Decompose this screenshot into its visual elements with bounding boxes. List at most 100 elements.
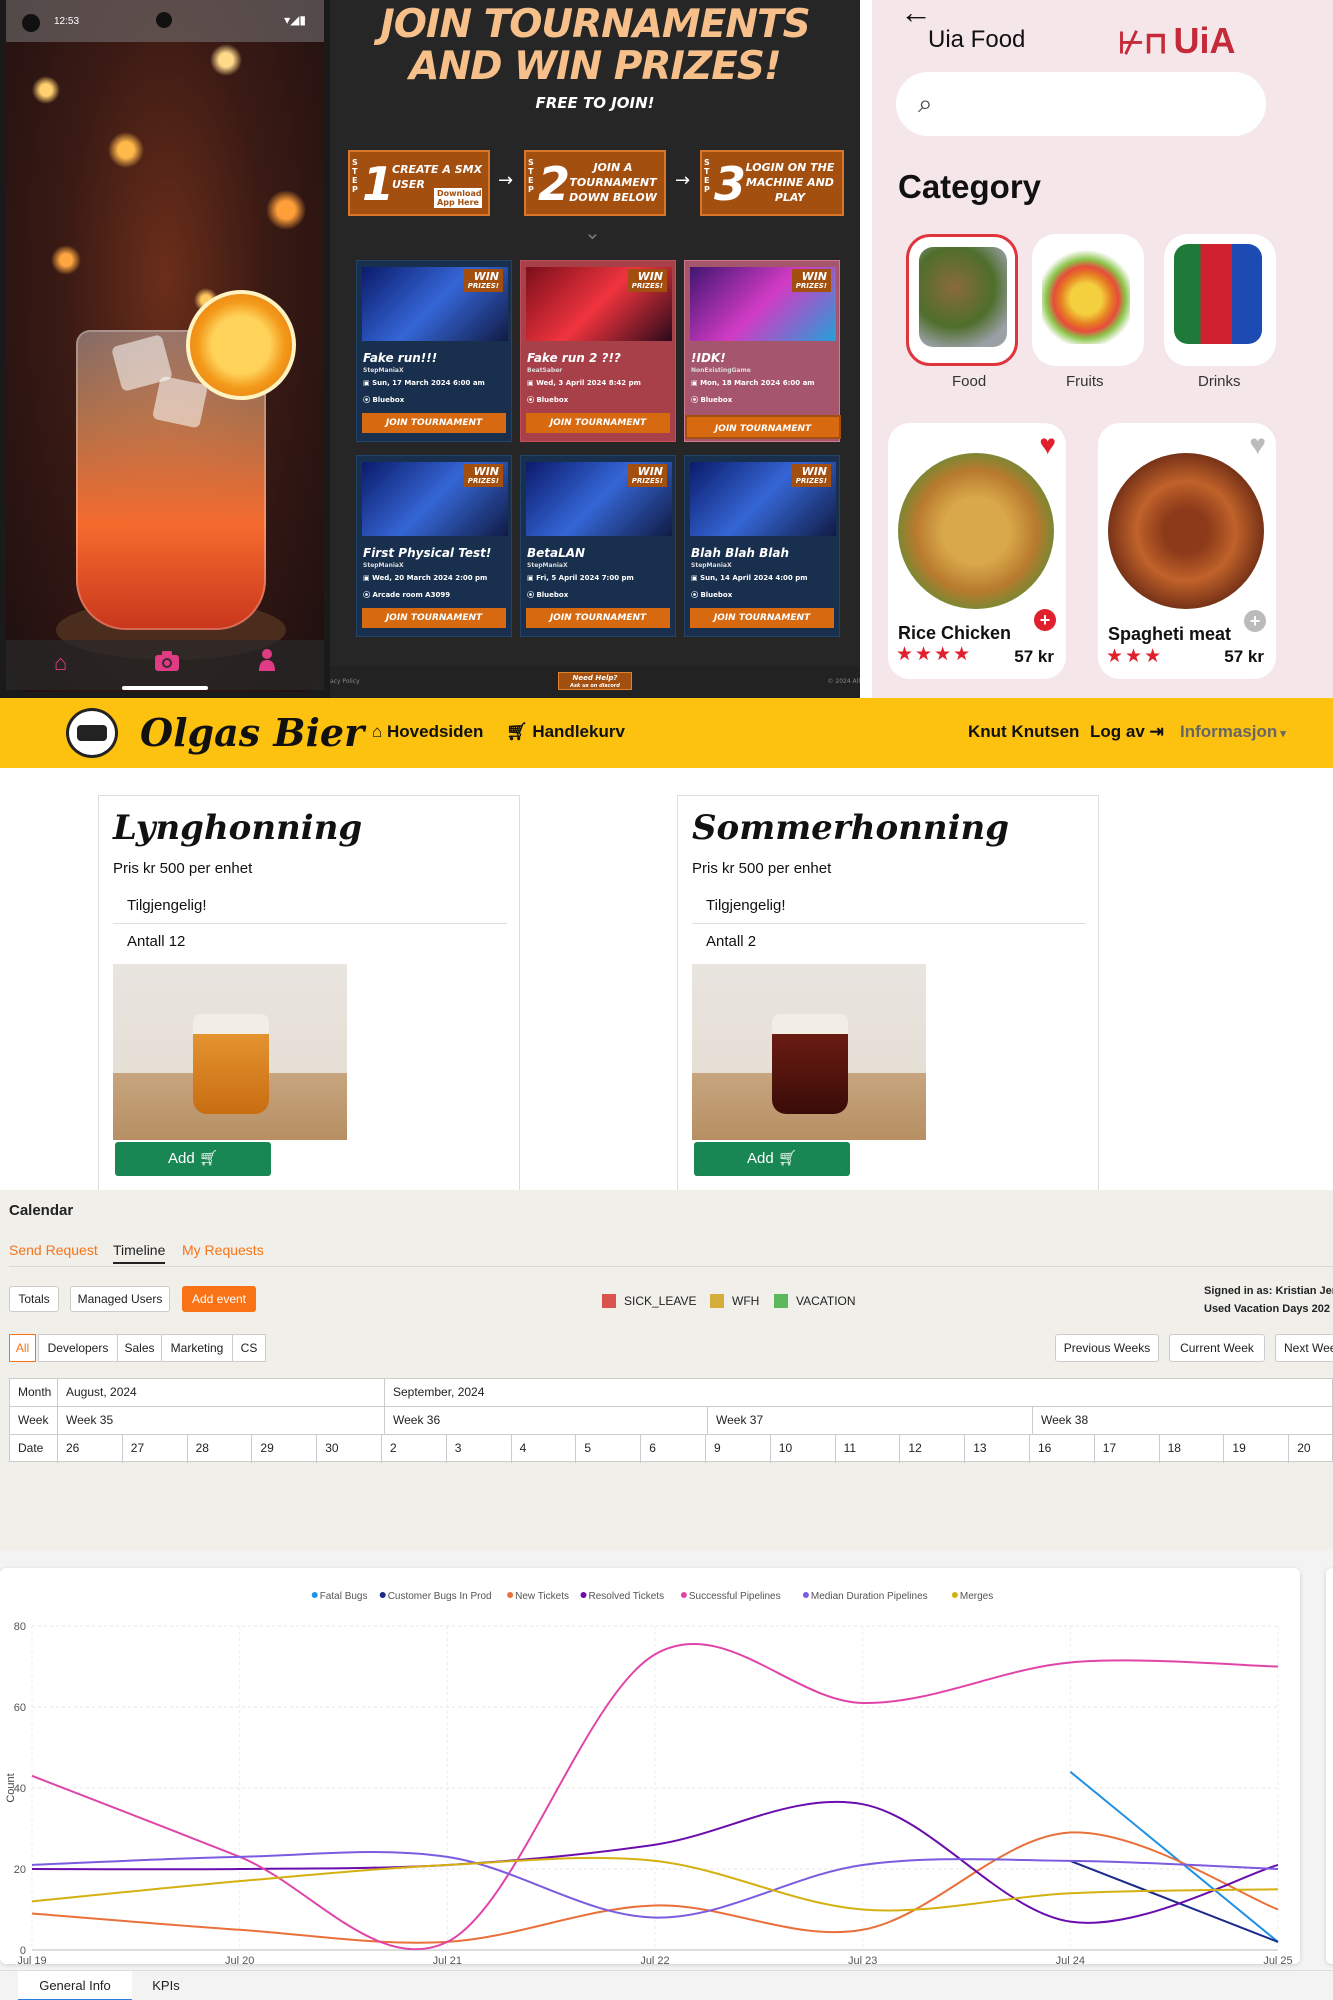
card-title: Fake run 2 ?!? [527,351,621,365]
tournament-card[interactable]: WIN PRIZES! Fake run!!! StepManiaX ▣ Sun,… [356,260,512,442]
y-axis-label: Count [5,1773,17,1802]
filter-marketing[interactable]: Marketing [161,1334,233,1362]
add-to-cart-button[interactable]: Add 🛒︎ [694,1142,850,1176]
tab-my-requests[interactable]: My Requests [182,1242,264,1258]
nav-cart[interactable]: 🛒︎ Handlekurv [506,722,625,742]
join-tournament-button[interactable]: JOIN TOURNAMENT [526,608,670,628]
next-weeks-button[interactable]: Next Wee [1275,1334,1333,1362]
front-camera [156,12,172,28]
filter-cs[interactable]: CS [232,1334,266,1362]
nav-home[interactable]: ⌂ Hovedsiden [372,722,483,742]
kpi-dashboard: 0 20 40 60 80 Jul 19 Jul 20 Jul 21 Jul 22 Jul 23 J… [0,1550,1333,2000]
product-card[interactable]: ♥ Spagheti meat + ★★★ 57 kr [1098,423,1276,679]
timeline-grid: Month Week Date August, 2024 September, … [9,1378,1333,1463]
product-card: Sommerhonning Pris kr 500 per enhet Tilg… [677,795,1099,1190]
rating-stars: ★★★★ [896,644,973,665]
category-fruits[interactable] [1032,234,1144,366]
help-sublabel: Ask us on discord [570,683,620,689]
tournament-card[interactable]: WIN PRIZES! First Physical Test! StepMani… [356,455,512,637]
brand-logo[interactable] [66,708,118,758]
calendar-icon: ▣ [363,574,373,582]
caret-down-icon: ▾ [1277,728,1286,740]
privacy-policy-link[interactable]: acy Policy [330,678,360,685]
camera-icon[interactable] [154,650,180,678]
category-label: Fruits [1066,373,1104,390]
card-title: !IDK! [691,351,726,365]
need-help-button[interactable]: Need Help? Ask us on discord [558,672,632,690]
add-to-cart-button[interactable]: Add 🛒︎ [115,1142,271,1176]
legend-item[interactable]: Median Duration Pipelines [811,1591,928,1602]
add-event-button[interactable]: Add event [182,1286,256,1312]
current-week-button[interactable]: Current Week [1169,1334,1265,1362]
join-tournament-button[interactable]: JOIN TOURNAMENT [690,608,834,628]
card-location: ⦿ Bluebox [527,591,569,599]
product-card[interactable]: ♥ Rice Chicken + ★★★★ 57 kr [888,423,1066,679]
favorite-heart-icon[interactable]: ♥ [1249,429,1266,461]
add-plus-icon[interactable]: + [1244,610,1266,632]
brand-name[interactable]: Olgas Bier [140,710,364,755]
card-organizer: StepManiaX [363,562,404,569]
availability: Tilgjengelig! [692,888,1086,924]
tab-send-request[interactable]: Send Request [9,1242,98,1258]
date-cell: 12 [900,1435,966,1463]
download-app-link[interactable]: Download App Here [434,188,482,208]
help-label: Need Help? [572,674,618,682]
filter-developers[interactable]: Developers [38,1334,118,1362]
drinks-image [1174,244,1262,344]
previous-weeks-button[interactable]: Previous Weeks [1055,1334,1159,1362]
bottom-tabs: General Info KPIs [0,1970,1333,2000]
legend-item[interactable]: Fatal Bugs [320,1591,368,1602]
nav-user[interactable]: Knut Knutsen [968,722,1079,742]
date-cell: 10 [771,1435,836,1463]
x-tick-label: Jul 21 [433,1955,462,1964]
category-drinks[interactable] [1164,234,1276,366]
tournament-card[interactable]: WIN PRIZES! !IDK! NonExistingGame ▣ Mon, … [684,260,841,442]
add-plus-icon[interactable]: + [1034,609,1056,631]
tournament-card[interactable]: WIN PRIZES! Blah Blah Blah StepManiaX ▣ S… [684,455,840,637]
nav-info-dropdown[interactable]: Informasjon ▾ [1180,722,1286,742]
x-tick-label: Jul 24 [1056,1955,1085,1964]
cart-plus-icon: 🛒︎ [194,1150,218,1167]
chevron-down-icon[interactable]: ⌄ [584,220,601,244]
tab-kpis[interactable]: KPIs [132,1971,200,2000]
filter-all[interactable]: All [9,1334,36,1362]
dish-image [898,453,1054,609]
headline-line-2: AND WIN PRIZES! [409,44,781,89]
managed-users-button[interactable]: Managed Users [70,1286,170,1312]
legend-sick-leave: SICK_LEAVE [602,1294,696,1308]
stock-count: Antall 12 [127,933,186,950]
tournament-card[interactable]: WIN PRIZES! Fake run 2 ?!? BeatSaber ▣ We… [520,260,676,442]
legend-item[interactable]: Customer Bugs In Prod [388,1591,492,1602]
logout-icon: ⇥ [1144,722,1164,741]
legend-item[interactable]: Merges [960,1591,993,1602]
legend-item[interactable]: New Tickets [515,1591,569,1602]
legend-item[interactable]: Successful Pipelines [689,1591,781,1602]
category-food[interactable] [906,234,1018,366]
nav-logout[interactable]: Log av ⇥ [1090,722,1164,742]
tournament-card[interactable]: WIN PRIZES! BetaLAN StepManiaX ▣ Fri, 5 A… [520,455,676,637]
join-tournament-button[interactable]: JOIN TOURNAMENT [526,413,670,433]
totals-button[interactable]: Totals [9,1286,59,1312]
search-input[interactable]: ⌕ [896,72,1266,136]
join-tournament-button[interactable]: JOIN TOURNAMENT [362,608,506,628]
legend-marker [311,1592,318,1598]
filter-sales[interactable]: Sales [117,1334,162,1362]
cocktail-photo [6,0,324,692]
calendar-icon: ▣ [691,379,701,387]
join-tournament-button[interactable]: JOIN TOURNAMENT [685,415,841,439]
legend-item[interactable]: Resolved Tickets [589,1591,665,1602]
camera-hole [22,14,40,32]
availability: Tilgjengelig! [113,888,507,924]
home-icon[interactable]: ⌂ [54,650,67,676]
tab-general-info[interactable]: General Info [18,1971,132,2000]
favorite-heart-icon[interactable]: ♥ [1039,429,1056,461]
join-tournament-button[interactable]: JOIN TOURNAMENT [362,413,506,433]
uia-logo: ⊬⊓ UiA [1118,20,1236,61]
tab-timeline[interactable]: Timeline [113,1242,166,1264]
person-icon[interactable] [258,648,276,678]
food-image [919,247,1007,347]
rating-stars: ★★★ [1106,646,1164,667]
calendar-icon: ▣ [691,574,701,582]
date-cell: 4 [512,1435,577,1463]
legend-marker [507,1592,514,1598]
